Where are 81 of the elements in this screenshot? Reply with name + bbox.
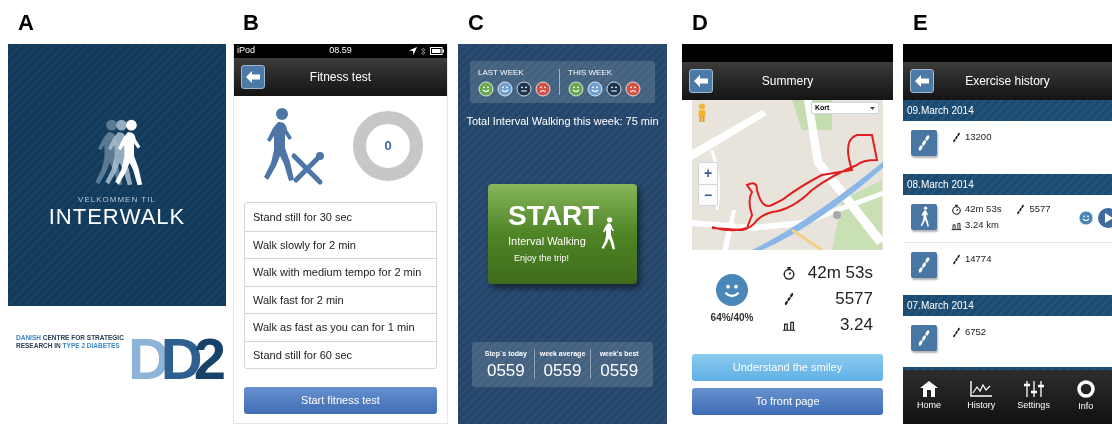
list-item: Walk as fast as you can for 1 min (245, 313, 436, 341)
stat-value: 14774 (965, 252, 992, 266)
tab[interactable]: History (955, 370, 1008, 424)
lifebuoy-icon (1076, 380, 1095, 399)
zoom-out-button[interactable]: − (699, 183, 717, 205)
tab[interactable]: Home (903, 370, 956, 424)
tab[interactable]: Settings (1007, 370, 1060, 424)
figure-label: B (242, 8, 260, 37)
tab[interactable]: Info (1059, 370, 1112, 424)
stat-value: 3.24 km (965, 218, 999, 233)
footprints-icon (1015, 203, 1027, 215)
figure-label: D (691, 8, 709, 37)
back-button[interactable] (910, 69, 934, 93)
stat-value: 13200 (965, 130, 992, 144)
clock-time: 08.59 (329, 44, 352, 58)
list-item: Stand still for 30 sec (252, 209, 354, 225)
next-button[interactable] (1098, 208, 1112, 228)
smiley-icon (625, 81, 641, 97)
footprints-icon (951, 131, 962, 143)
date-header: 08.March 2014 (903, 174, 1112, 195)
screen-title: Exercise history (965, 73, 1050, 90)
smiley-icon (606, 81, 622, 97)
list-item: Walk fast for 2 min (245, 285, 436, 313)
stat-value: 0559 (600, 361, 639, 379)
home-icon (920, 381, 939, 398)
back-button[interactable] (689, 69, 713, 93)
carrier-name: iPod (237, 44, 255, 58)
welcome-text: VELKOMMEN TIL (78, 194, 156, 206)
location-icon (409, 47, 417, 55)
screen-title: Summery (761, 73, 814, 90)
arrow-icon (246, 71, 260, 83)
front-page-button[interactable]: To front page (692, 388, 883, 415)
figure-label: A (17, 8, 35, 37)
bluetooth-icon (421, 46, 426, 56)
smiley-icon (478, 81, 494, 97)
app-name: INTERWALK (48, 206, 186, 228)
list-item: Walk with medium tempo for 2 min (245, 258, 436, 286)
stat-value: 6752 (965, 325, 987, 339)
weekly-total: Total Interval Walking this week: 75 min (465, 114, 660, 129)
smiley-icon (568, 81, 584, 97)
week-label: THIS WEEK (568, 67, 613, 79)
screen-title: Fitness test (309, 69, 372, 86)
stopwatch-icon (951, 203, 962, 215)
score-text: 64%/40% (710, 310, 754, 325)
week-label: LAST WEEK (478, 67, 525, 79)
caret-icon (870, 106, 875, 110)
partner-logo: DD2 (127, 330, 226, 388)
progress-ring: 0 (353, 111, 423, 181)
zoom-in-button[interactable]: + (699, 163, 717, 184)
smiley-icon (716, 273, 748, 306)
footprints-icon (951, 253, 962, 265)
battery-icon (430, 47, 444, 55)
start-test-button[interactable]: Start fitness test (244, 387, 437, 414)
footprints-icon (951, 326, 962, 338)
arrow-icon (915, 75, 929, 87)
smiley-icon (535, 81, 551, 97)
stat-value: 0559 (486, 361, 525, 379)
smiley-icon (497, 81, 513, 97)
start-button[interactable]: START Interval Walking Enjoy the trip! (488, 183, 637, 284)
stopwatch-icon (782, 266, 796, 280)
smiley-icon (516, 81, 532, 97)
stat-value: 0559 (543, 361, 582, 379)
stat-value: 3.24 (839, 315, 874, 335)
chart-icon (970, 381, 993, 398)
stat-value: 5577 (1029, 202, 1051, 216)
figure-label: E (912, 8, 929, 37)
list-item: Walk slowly for 2 min (245, 230, 436, 258)
date-header: 07.March 2014 (903, 295, 1112, 316)
back-button[interactable] (241, 65, 265, 89)
walker-icon (918, 206, 930, 228)
list-item: Stand still for 60 sec (245, 340, 436, 368)
stat-value: 42m 53s (807, 263, 874, 283)
figure-label: C (467, 8, 485, 37)
stat-value: 42m 53s (965, 202, 1002, 216)
stat-value: 5577 (835, 289, 874, 309)
smiley-icon (587, 81, 603, 97)
smiley-icon[interactable] (1078, 210, 1094, 226)
sliders-icon (1023, 381, 1044, 398)
date-header: 09.March 2014 (903, 100, 1112, 121)
footprints-icon (782, 292, 796, 306)
arrow-icon (694, 75, 708, 87)
